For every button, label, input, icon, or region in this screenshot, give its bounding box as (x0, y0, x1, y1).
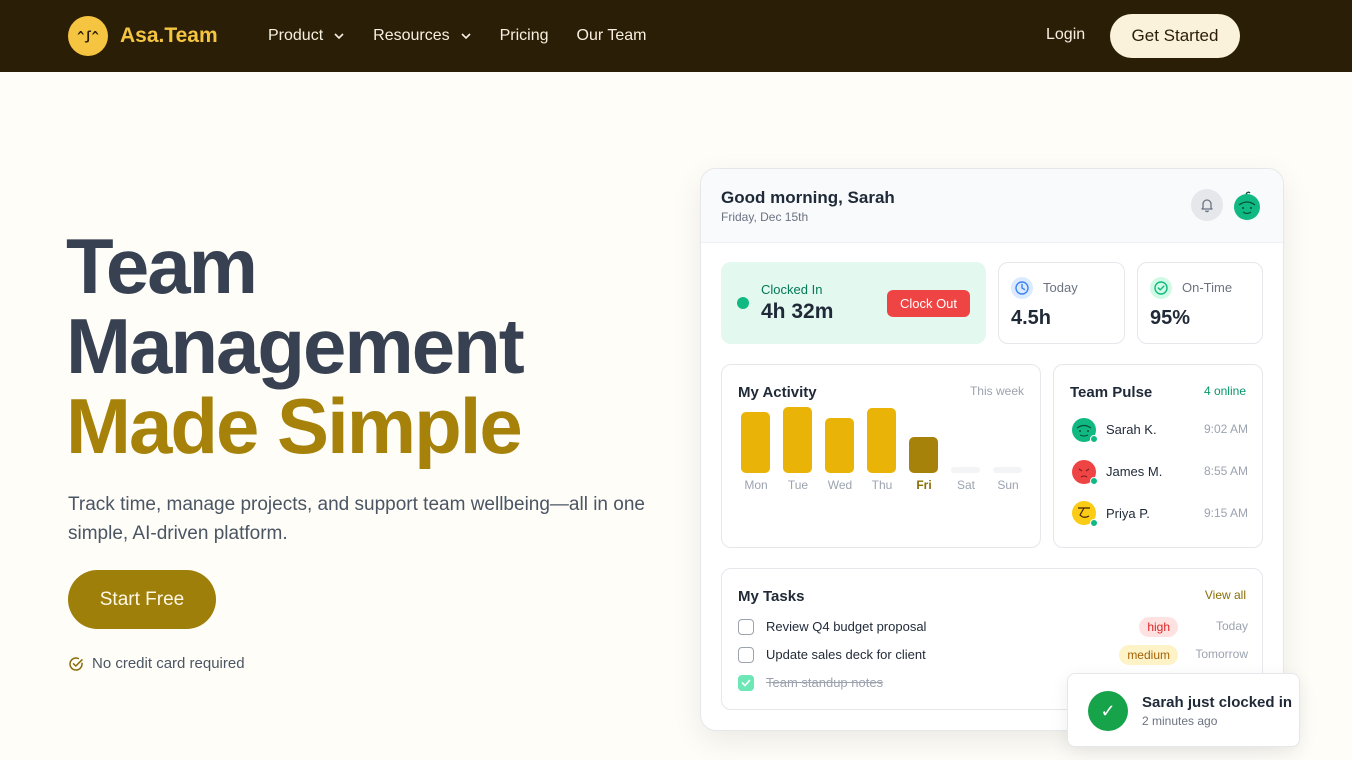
on-time-value: 95% (1150, 307, 1191, 329)
priority-badge: medium (1119, 645, 1178, 665)
clock-icon (1011, 277, 1033, 299)
toast-subtitle: 2 minutes ago (1142, 714, 1218, 728)
activity-day-label: Sat (956, 478, 975, 492)
task-title: Review Q4 budget proposal (766, 619, 927, 634)
task-due: Today (1215, 619, 1248, 633)
dashboard-preview: Good morning, Sarah Friday, Dec 15th Clo… (700, 168, 1284, 731)
task-checkbox[interactable] (738, 619, 754, 635)
tasks-title: My Tasks (738, 588, 805, 605)
member-name: James M. (1106, 464, 1163, 479)
nav-item-product[interactable]: Product (268, 27, 345, 45)
activity-bar-mon (741, 412, 770, 473)
team-member-row[interactable]: Priya P. 9:15 AM (1070, 499, 1248, 529)
activity-day-label: Thu (871, 478, 893, 492)
nav-item-resources[interactable]: Resources (373, 27, 471, 45)
user-avatar[interactable] (1231, 189, 1263, 221)
hero-line-2: Management (66, 302, 525, 390)
dashboard-header: Good morning, Sarah Friday, Dec 15th (701, 169, 1283, 243)
activity-day-label: Sun (997, 478, 1019, 492)
check-icon: ✓ (1088, 691, 1128, 731)
hero-headline: Team Management Made Simple (66, 226, 525, 466)
toast-title: Sarah just clocked in (1142, 694, 1293, 711)
greeting: Good morning, Sarah (721, 188, 895, 207)
bell-icon (1201, 199, 1213, 213)
activity-bar-sat (951, 467, 980, 473)
brand-logo[interactable]: ^ʃ^ Asa.Team (68, 16, 218, 56)
online-count: 4 online (1203, 384, 1246, 398)
task-title: Update sales deck for client (766, 647, 926, 662)
check-circle-icon (69, 656, 83, 671)
current-date: Friday, Dec 15th (721, 210, 809, 224)
team-member-row[interactable]: James M. 8:55 AM (1070, 457, 1248, 487)
clocked-in-duration: 4h 32m (761, 300, 834, 323)
chevron-down-icon (334, 33, 344, 40)
task-title: Team standup notes (766, 675, 884, 690)
no-credit-card-note: No credit card required (68, 655, 245, 672)
activity-bar-sun (993, 467, 1022, 473)
member-time: 9:15 AM (1203, 506, 1248, 520)
logo-face-icon: ^ʃ^ (68, 16, 108, 56)
task-checkbox[interactable] (738, 647, 754, 663)
status-dot (737, 297, 749, 309)
activity-period: This week (969, 384, 1024, 398)
online-dot (1090, 477, 1098, 485)
activity-day-label: Wed (827, 478, 853, 492)
member-time: 9:02 AM (1203, 422, 1248, 436)
view-all-link[interactable]: View all (1205, 588, 1246, 602)
activity-bar-wed (825, 418, 854, 473)
notifications-button[interactable] (1191, 189, 1223, 221)
member-name: Sarah K. (1106, 422, 1157, 437)
hero-line-1: Team (66, 222, 258, 310)
login-link[interactable]: Login (1046, 26, 1085, 44)
clock-in-toast[interactable]: ✓ Sarah just clocked in 2 minutes ago (1067, 673, 1300, 747)
nav-links: Product Resources Pricing Our Team (268, 0, 674, 72)
activity-day-label: Fri (916, 478, 932, 492)
nav-item-label: Resources (373, 27, 450, 44)
check-circle-icon (1150, 277, 1172, 299)
clocked-in-card: Clocked In 4h 32m Clock Out (721, 262, 986, 344)
start-free-button[interactable]: Start Free (68, 570, 216, 629)
task-checkbox-checked[interactable] (738, 675, 754, 691)
chevron-down-icon (461, 33, 471, 40)
top-navigation: ^ʃ^ Asa.Team Product Resources Pricing O… (0, 0, 1352, 72)
task-due: Tomorrow (1195, 647, 1248, 661)
clock-out-button[interactable]: Clock Out (887, 290, 970, 317)
today-value: 4.5h (1011, 307, 1052, 329)
activity-day-label: Tue (787, 478, 809, 492)
activity-title: My Activity (738, 384, 817, 401)
online-dot (1090, 435, 1098, 443)
activity-panel: Mon Tue Wed Thu Fri Sat Sun My Activity This w… (721, 364, 1041, 548)
member-time: 8:55 AM (1203, 464, 1248, 478)
today-label: Today (1043, 280, 1078, 295)
hero-subtitle: Track time, manage projects, and support… (68, 494, 645, 544)
priority-badge: high (1139, 617, 1178, 637)
team-pulse-panel: Team Pulse 4 online Sarah K. 9:02 AM Jam… (1053, 364, 1263, 548)
member-name: Priya P. (1106, 506, 1150, 521)
on-time-label: On-Time (1182, 280, 1233, 295)
get-started-button[interactable]: Get Started (1110, 14, 1240, 58)
task-row[interactable]: Update sales deck for client medium Tomo… (738, 645, 1248, 665)
nav-item-our-team[interactable]: Our Team (577, 27, 647, 45)
activity-bar-fri (909, 437, 938, 473)
team-member-row[interactable]: Sarah K. 9:02 AM (1070, 415, 1248, 445)
activity-bar-thu (867, 408, 896, 473)
activity-day-label: Mon (744, 478, 768, 492)
activity-bar-tue (783, 407, 812, 473)
no-credit-card-text: No credit card required (92, 655, 245, 672)
nav-item-label: Product (268, 27, 324, 44)
check-icon (741, 679, 751, 687)
today-stat-card: Today 4.5h (998, 262, 1125, 344)
brand-name: Asa.Team (120, 24, 218, 47)
team-pulse-title: Team Pulse (1070, 384, 1153, 401)
task-row[interactable]: Review Q4 budget proposal high Today (738, 617, 1248, 637)
on-time-stat-card: On-Time 95% (1137, 262, 1263, 344)
hero-line-3: Made Simple (66, 382, 523, 470)
clocked-in-label: Clocked In (761, 282, 823, 297)
nav-item-pricing[interactable]: Pricing (500, 27, 549, 45)
online-dot (1090, 519, 1098, 527)
